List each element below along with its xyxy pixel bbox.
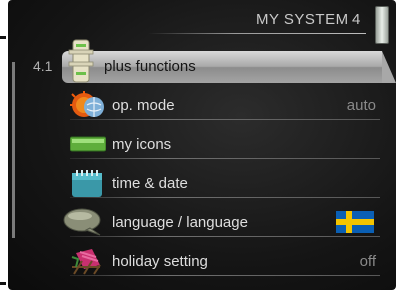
op-mode-value: auto: [346, 97, 376, 114]
header-divider: [148, 33, 366, 34]
menu-item-time-date[interactable]: time & date: [70, 168, 380, 198]
row-divider: [70, 158, 380, 159]
battery-icon: [70, 136, 106, 152]
menu-item-plus-functions[interactable]: plus functions: [62, 51, 396, 83]
plus-functions-icon: [68, 39, 94, 83]
display-screen: MY SYSTEM 4 plus functions 4.1 op. mode …: [8, 0, 396, 290]
position-indicator: [375, 6, 389, 44]
menu-item-label: plus functions: [104, 58, 196, 75]
menu-item-label: op. mode: [112, 97, 175, 114]
left-margin: [0, 0, 8, 298]
holiday-setting-value: off: [359, 253, 376, 270]
row-divider: [70, 275, 380, 276]
menu-item-language[interactable]: language / language: [63, 207, 380, 237]
row-divider: [70, 119, 380, 120]
row-divider: [70, 197, 380, 198]
edge-tick: [0, 282, 6, 285]
breadcrumb: 4.1: [33, 58, 53, 74]
menu-item-label: language / language: [112, 214, 248, 231]
menu-item-label: my icons: [112, 136, 172, 153]
menu-item-my-icons[interactable]: my icons: [70, 129, 380, 159]
speech-bubble-icon: [63, 208, 101, 236]
menu-item-op-mode[interactable]: op. mode auto: [70, 90, 380, 120]
page-title: MY SYSTEM: [256, 11, 349, 28]
edge-tick: [0, 36, 6, 39]
swedish-flag-icon: [336, 211, 374, 233]
menu-number: 4: [352, 11, 361, 28]
scrollbar[interactable]: [12, 62, 15, 238]
calendar-icon: [72, 170, 102, 197]
beach-chair-icon: [71, 249, 101, 275]
row-divider: [70, 236, 380, 237]
menu-item-label: time & date: [112, 175, 188, 192]
menu-item-holiday-setting[interactable]: holiday setting off: [70, 246, 380, 276]
sun-globe-icon: [70, 91, 104, 117]
menu-item-label: holiday setting: [112, 253, 208, 270]
selection-corner: [382, 51, 396, 83]
